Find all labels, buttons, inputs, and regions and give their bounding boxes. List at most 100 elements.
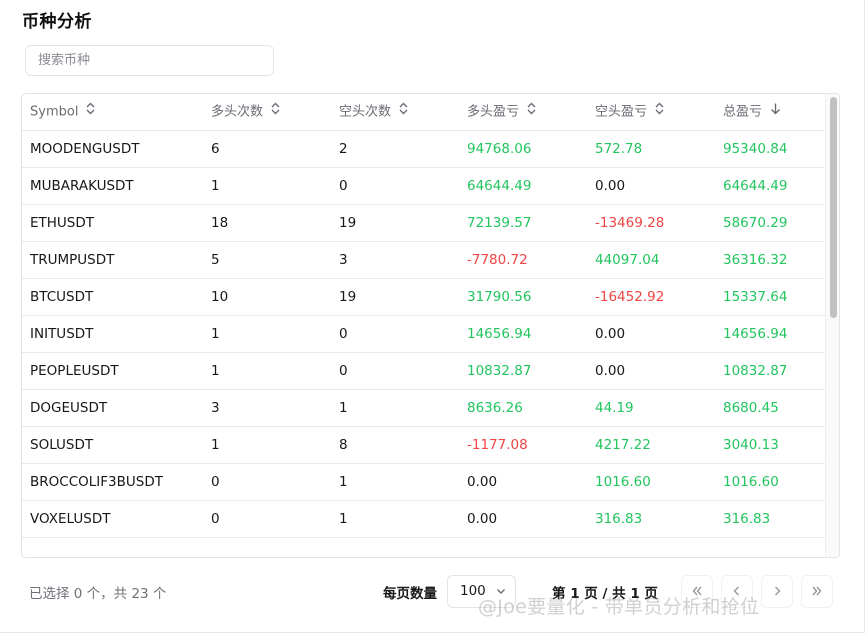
last-page-icon <box>811 582 823 601</box>
cell-long-pnl: 10832.87 <box>467 363 532 379</box>
cell-long-pnl: 0.00 <box>467 474 498 490</box>
cell-short-pnl: 44.19 <box>595 400 634 416</box>
watermark-text: @Joe要量化 - 带单员分析和抢位 <box>478 596 760 618</box>
cell-short-pnl: 0.00 <box>595 178 626 194</box>
table-row[interactable]: VOXELUSDT 0 1 0.00 316.83 316.83 <box>22 501 826 538</box>
cell-long-count: 1 <box>211 178 220 194</box>
cell-symbol: INITUSDT <box>30 326 94 342</box>
table-row[interactable]: BROCCOLIF3BUSDT 0 1 0.00 1016.60 1016.60 <box>22 464 826 501</box>
cell-symbol: DOGEUSDT <box>30 400 108 416</box>
cell-symbol: BTCUSDT <box>30 289 94 305</box>
table-row[interactable]: SOLUSDT 1 8 -1177.08 4217.22 3040.13 <box>22 427 826 464</box>
cell-total-pnl: 10832.87 <box>723 363 788 379</box>
cell-long-pnl: 14656.94 <box>467 326 532 342</box>
cell-short-count: 8 <box>339 437 348 453</box>
sort-both-icon[interactable] <box>655 94 664 130</box>
column-header-short-count[interactable]: 空头次数 <box>339 94 408 130</box>
search-input[interactable] <box>25 45 274 76</box>
cell-short-pnl: -13469.28 <box>595 215 665 231</box>
cell-symbol: TRUMPUSDT <box>30 252 115 268</box>
cell-long-pnl: -7780.72 <box>467 252 528 268</box>
cell-short-count: 19 <box>339 289 357 305</box>
cell-long-pnl: 64644.49 <box>467 178 532 194</box>
cell-long-count: 3 <box>211 400 220 416</box>
cell-symbol: VOXELUSDT <box>30 511 111 527</box>
cell-symbol: MOODENGUSDT <box>30 141 140 157</box>
cell-short-count: 2 <box>339 141 348 157</box>
table-row[interactable]: ETHUSDT 18 19 72139.57 -13469.28 58670.29 <box>22 205 826 242</box>
table-row[interactable]: PEOPLEUSDT 1 0 10832.87 0.00 10832.87 <box>22 353 826 390</box>
cell-long-pnl: 31790.56 <box>467 289 532 305</box>
cell-short-pnl: 4217.22 <box>595 437 651 453</box>
cell-short-pnl: 1016.60 <box>595 474 651 490</box>
table-row[interactable]: MOODENGUSDT 6 2 94768.06 572.78 95340.84 <box>22 131 826 168</box>
cell-long-count: 1 <box>211 326 220 342</box>
next-page-button[interactable] <box>761 575 793 608</box>
cell-long-pnl: 0.00 <box>467 511 498 527</box>
table-row[interactable]: TRUMPUSDT 5 3 -7780.72 44097.04 36316.32 <box>22 242 826 279</box>
cell-short-pnl: 316.83 <box>595 511 643 527</box>
cell-long-pnl: 94768.06 <box>467 141 532 157</box>
cell-long-count: 0 <box>211 474 220 490</box>
header-label: 空头次数 <box>339 104 392 120</box>
table-header-row: Symbol 多头次数 空头次数 多头盈亏 空头盈亏 总盈亏 <box>22 94 826 131</box>
header-label: 空头盈亏 <box>595 104 648 120</box>
column-header-long-pnl[interactable]: 多头盈亏 <box>467 94 536 130</box>
cell-long-count: 10 <box>211 289 229 305</box>
header-label: 多头盈亏 <box>467 104 520 120</box>
table-row[interactable]: BTCUSDT 10 19 31790.56 -16452.92 15337.64 <box>22 279 826 316</box>
sort-both-icon[interactable] <box>527 94 536 130</box>
rows-per-page-label: 每页数量 <box>383 586 437 602</box>
cell-short-count: 1 <box>339 511 348 527</box>
table-row[interactable]: MUBARAKUSDT 1 0 64644.49 0.00 64644.49 <box>22 168 826 205</box>
cell-short-count: 19 <box>339 215 357 231</box>
table-row[interactable]: DOGEUSDT 3 1 8636.26 44.19 8680.45 <box>22 390 826 427</box>
column-header-long-count[interactable]: 多头次数 <box>211 94 280 130</box>
cell-total-pnl: 316.83 <box>723 511 771 527</box>
sort-both-icon[interactable] <box>399 94 408 130</box>
cell-total-pnl: 8680.45 <box>723 400 779 416</box>
cell-total-pnl: 1016.60 <box>723 474 779 490</box>
cell-long-pnl: 8636.26 <box>467 400 523 416</box>
cell-total-pnl: 64644.49 <box>723 178 788 194</box>
table-row-partial <box>22 538 826 557</box>
cell-long-pnl: -1177.08 <box>467 437 528 453</box>
scrollbar-thumb[interactable] <box>830 97 837 318</box>
table-row[interactable]: INITUSDT 1 0 14656.94 0.00 14656.94 <box>22 316 826 353</box>
cell-total-pnl: 36316.32 <box>723 252 788 268</box>
cell-total-pnl: 3040.13 <box>723 437 779 453</box>
cell-long-count: 18 <box>211 215 229 231</box>
cell-total-pnl: 14656.94 <box>723 326 788 342</box>
column-header-symbol[interactable]: Symbol <box>30 94 95 130</box>
column-header-short-pnl[interactable]: 空头盈亏 <box>595 94 664 130</box>
cell-total-pnl: 95340.84 <box>723 141 788 157</box>
cell-short-pnl: 0.00 <box>595 363 626 379</box>
sort-both-icon[interactable] <box>86 94 95 130</box>
cell-long-pnl: 72139.57 <box>467 215 532 231</box>
cell-total-pnl: 58670.29 <box>723 215 788 231</box>
cell-symbol: SOLUSDT <box>30 437 94 453</box>
cell-short-count: 1 <box>339 400 348 416</box>
sort-desc-icon[interactable] <box>770 94 781 130</box>
cell-symbol: BROCCOLIF3BUSDT <box>30 474 163 490</box>
cell-long-count: 5 <box>211 252 220 268</box>
cell-symbol: MUBARAKUSDT <box>30 178 134 194</box>
selection-info: 已选择 0 个，共 23 个 <box>29 586 167 602</box>
next-page-icon <box>771 582 783 601</box>
cell-short-pnl: -16452.92 <box>595 289 665 305</box>
cell-long-count: 0 <box>211 511 220 527</box>
header-label: Symbol <box>30 104 79 120</box>
cell-long-count: 1 <box>211 437 220 453</box>
vertical-scrollbar[interactable] <box>825 94 839 557</box>
last-page-button[interactable] <box>801 575 833 608</box>
page-title: 币种分析 <box>22 12 92 32</box>
column-header-total-pnl[interactable]: 总盈亏 <box>723 94 781 130</box>
cell-short-pnl: 0.00 <box>595 326 626 342</box>
cell-total-pnl: 15337.64 <box>723 289 788 305</box>
sort-both-icon[interactable] <box>271 94 280 130</box>
header-label: 总盈亏 <box>723 104 763 120</box>
cell-short-count: 0 <box>339 326 348 342</box>
cell-symbol: ETHUSDT <box>30 215 95 231</box>
cell-symbol: PEOPLEUSDT <box>30 363 119 379</box>
cell-short-pnl: 572.78 <box>595 141 643 157</box>
